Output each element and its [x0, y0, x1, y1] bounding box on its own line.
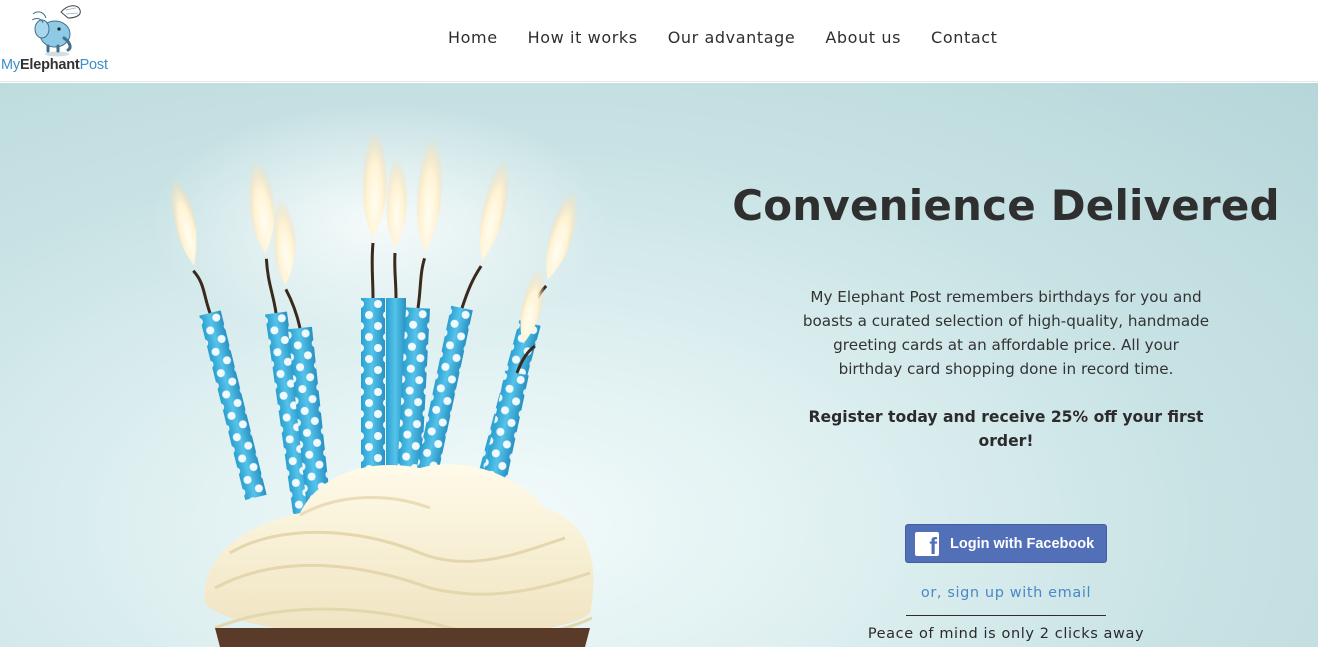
logo-text-my: My [1, 57, 20, 73]
facebook-button-label: Login with Facebook [950, 535, 1095, 552]
nav-home[interactable]: Home [448, 27, 498, 49]
logo[interactable]: MyElephantPost [0, 0, 120, 80]
nav-about-us[interactable]: About us [825, 27, 901, 49]
hero-promo-text: Register today and receive 25% off your … [808, 408, 1204, 450]
logo-text-elephant: Elephant [19, 57, 80, 73]
hero-section: Convenience Delivered My Elephant Post r… [0, 83, 1318, 647]
nav-our-advantage[interactable]: Our advantage [668, 27, 796, 49]
hero-tagline: Peace of mind is only 2 clicks away [867, 626, 1145, 642]
main-nav: Home How it works Our advantage About us… [448, 27, 1028, 49]
facebook-icon-glyph: f [929, 532, 937, 559]
hero-headline: Convenience Delivered [732, 181, 1280, 230]
logo-text-post: Post [79, 57, 108, 73]
hero-intro-text: My Elephant Post remembers birthdays for… [802, 288, 1210, 378]
cupcake-liner [215, 628, 590, 647]
site-header: MyElephantPost Home How it works Our adv… [0, 0, 1318, 82]
sign-up-with-email-link[interactable]: or, sign up with email [900, 585, 1112, 601]
nav-how-it-works[interactable]: How it works [528, 27, 638, 49]
divider [906, 615, 1106, 616]
elephant-logo-icon [31, 5, 81, 57]
login-with-facebook-button[interactable]: f Login with Facebook [905, 524, 1107, 563]
cupcake-candles-image [150, 103, 610, 647]
nav-contact[interactable]: Contact [931, 27, 997, 49]
facebook-icon: f [915, 531, 939, 559]
logo-wordmark: MyElephantPost [1, 57, 108, 73]
